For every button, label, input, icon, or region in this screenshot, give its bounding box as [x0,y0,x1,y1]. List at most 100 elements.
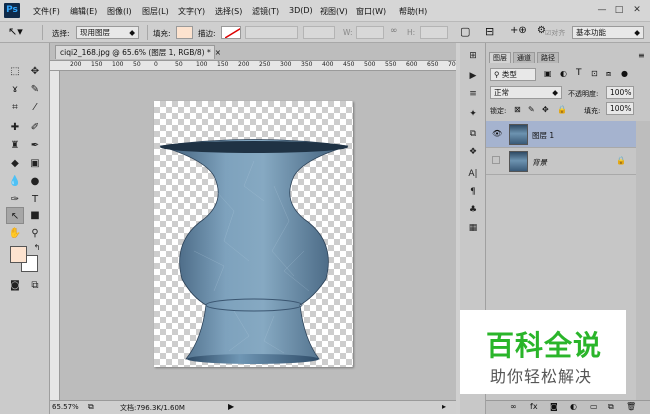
filter-pixel-icon[interactable]: ▣ [544,69,552,78]
pen-tool-icon[interactable]: ✑ [6,191,24,208]
ruler-tick: 500 [364,61,376,68]
path-selection-tool-icon[interactable]: ↖ [6,207,24,224]
layer-row-background[interactable]: 背景 🔒 [486,148,636,175]
lock-position-icon[interactable]: ✥ [542,105,549,114]
eyedropper-tool-icon[interactable]: ⁄ [26,99,44,116]
styles-icon[interactable]: ♣ [464,203,482,217]
blur-tool-icon[interactable]: 💧 [6,173,24,190]
path-ops-icon[interactable]: ▢ [460,25,470,38]
filter-adjust-icon[interactable]: ◐ [560,69,567,78]
group-icon[interactable]: ▭ [590,402,598,411]
opacity-field[interactable]: 100% [606,86,634,99]
eye-icon[interactable]: 👁 [492,129,502,138]
layers-scrollbar[interactable] [636,121,650,404]
tab-paths[interactable]: 路径 [537,52,559,63]
zoom-level[interactable]: 65.57% [52,403,79,411]
filter-toggle-icon[interactable]: ● [621,69,628,78]
screen-mode-icon[interactable]: ⧉ [26,277,44,294]
new-layer-icon[interactable]: ⧉ [608,402,614,412]
lasso-tool-icon[interactable]: ɤ [6,81,24,98]
swap-colors-icon[interactable]: ↰ [28,239,46,256]
tab-layers[interactable]: 图层 [489,52,511,63]
select-dropdown[interactable]: 现用图层 ◆ [76,26,139,39]
tab-channels[interactable]: 通道 [513,52,535,63]
gradient-tool-icon[interactable]: ▣ [26,155,44,172]
adjustment-icon[interactable]: ◐ [570,402,577,411]
move-tool-icon[interactable]: ✥ [26,63,44,80]
menu-layer[interactable]: 图层(L) [142,6,169,17]
menu-view[interactable]: 视图(V) [320,6,348,17]
restore-button[interactable]: □ [613,4,625,16]
brush-tool-icon[interactable]: ✐ [26,119,44,136]
lock-paint-icon[interactable]: ✎ [528,105,535,114]
filter-smart-icon[interactable]: ⧈ [606,69,611,79]
eraser-tool-icon[interactable]: ◆ [6,155,24,172]
menu-image[interactable]: 图像(I) [107,6,132,17]
rectangle-tool-icon[interactable]: ■ [26,207,44,224]
width-field[interactable] [356,26,384,39]
actions-icon[interactable]: ▶ [464,69,482,83]
status-icon[interactable]: ⧉ [88,402,94,412]
fill-field[interactable]: 100% [606,102,634,115]
stroke-type-dropdown[interactable] [303,26,335,39]
minimize-button[interactable]: — [596,4,608,16]
link-icon[interactable]: ∞ [510,402,517,411]
link-icon[interactable]: ∞ [390,26,398,36]
workspace-dropdown[interactable]: 基本功能 ◆ [572,26,644,39]
clone-stamp-tool-icon[interactable]: ♜ [6,137,24,154]
layer-filter-dropdown[interactable]: ⚲ 类型 [490,68,536,81]
stroke-width-field[interactable] [245,26,298,39]
layer-row-1[interactable]: 👁 图层 1 [486,121,636,148]
close-window-button[interactable]: ✕ [631,4,643,16]
lock-pixels-icon[interactable]: ⊠ [514,105,521,114]
crop-tool-icon[interactable]: ⌗ [6,99,24,116]
layer-comps-icon[interactable]: ≡ [464,87,482,101]
menu-3d[interactable]: 3D(D) [289,6,313,15]
menu-select[interactable]: 选择(S) [215,6,242,17]
quick-mask-icon[interactable]: ◙ [6,277,24,294]
scroll-right-icon[interactable]: ▸ [442,402,446,411]
visibility-toggle[interactable] [492,156,500,164]
history-icon[interactable]: ⊞ [464,49,482,63]
menu-window[interactable]: 窗口(W) [356,6,386,17]
path-select-tool-icon[interactable]: ↖▾ [8,25,23,38]
clone-source-icon[interactable]: ❖ [464,145,482,159]
blend-mode-dropdown[interactable]: 正常 ◆ [490,86,562,99]
path-arrange-icon[interactable]: +⊕ [510,25,527,36]
trash-icon[interactable]: 🗑 [626,402,636,411]
height-field[interactable] [420,26,448,39]
tab-close-icon[interactable]: × [215,48,221,57]
mask-icon[interactable]: ◙ [550,402,558,411]
fill-swatch[interactable] [176,26,193,39]
type-tool-icon[interactable]: T [26,191,44,208]
foreground-color-swatch[interactable] [10,246,27,263]
tool-presets-icon[interactable]: ✦ [464,107,482,121]
dodge-tool-icon[interactable]: ● [26,173,44,190]
hand-tool-icon[interactable]: ✋ [6,225,24,242]
brush-presets-icon[interactable]: ⧉ [464,127,482,141]
quick-select-tool-icon[interactable]: ✎ [26,81,44,98]
paragraph-icon[interactable]: ¶ [464,185,482,199]
document-tab[interactable]: ciqi2_168.jpg @ 65.6% (图层 1, RGB/8) * × [55,45,221,59]
swatches-icon[interactable]: ▦ [464,221,482,235]
horizontal-ruler: 200 150 100 50 0 50 100 150 200 250 300 350 400 450 50… [50,61,456,71]
history-brush-tool-icon[interactable]: ✒ [26,137,44,154]
marquee-tool-icon[interactable]: ⬚ [6,63,24,80]
menu-file[interactable]: 文件(F) [33,6,60,17]
panel-menu-icon[interactable]: ≡ [638,51,645,60]
path-align-icon[interactable]: ⊟ [485,25,494,38]
menu-filter[interactable]: 滤镜(T) [252,6,279,17]
menu-type[interactable]: 文字(Y) [178,6,205,17]
fx-icon[interactable]: fx [530,402,538,411]
document-canvas[interactable] [154,101,353,367]
healing-brush-tool-icon[interactable]: ✚ [6,119,24,136]
stroke-swatch[interactable] [221,26,241,39]
filter-type-icon[interactable]: T [576,68,582,78]
character-icon[interactable]: A| [464,167,482,181]
menu-help[interactable]: 帮助(H) [399,6,427,17]
align-edges-checkbox[interactable]: ☑对齐 [545,28,565,38]
menu-edit[interactable]: 编辑(E) [70,6,97,17]
lock-all-icon[interactable]: 🔒 [557,105,567,114]
filter-shape-icon[interactable]: ⊡ [591,69,598,78]
status-arrow-icon[interactable]: ▶ [228,402,234,411]
